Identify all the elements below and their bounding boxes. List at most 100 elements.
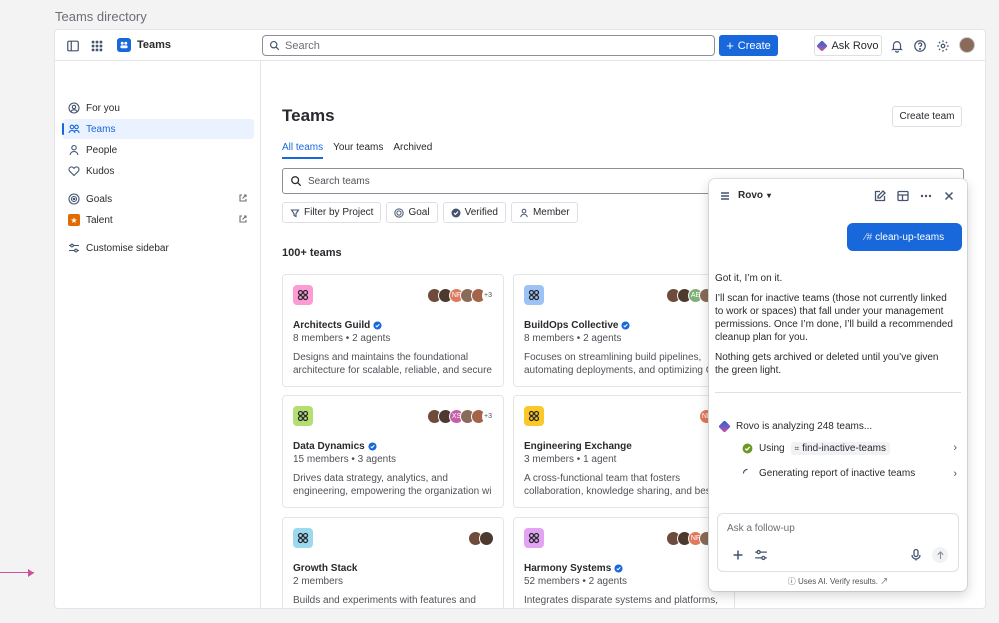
team-description: A cross-functional team that fosters col… <box>524 473 714 497</box>
user-message-text: clean-up-teams <box>875 231 945 243</box>
ask-rovo-label: Ask Rovo <box>831 39 879 52</box>
search-icon <box>269 40 280 51</box>
sidebar-item-kudos[interactable]: Kudos <box>63 161 254 181</box>
team-card[interactable]: NF +3 Architects Guild 8 members • 2 agen… <box>282 274 504 387</box>
pointer-arrow-head <box>28 569 34 577</box>
app-name: Teams <box>137 39 172 51</box>
team-meta: 52 members • 2 agents <box>524 576 627 587</box>
hash-icon: ⌗ <box>794 443 800 453</box>
person-icon <box>520 208 528 217</box>
person-circle-icon <box>68 102 80 114</box>
member-avatars: NF +3 <box>427 288 494 303</box>
close-icon[interactable] <box>942 189 956 203</box>
person-icon <box>69 144 79 156</box>
sidebar-item-goals[interactable]: Goals <box>63 189 254 209</box>
generating-status-row[interactable]: Generating report of inactive teams <box>742 468 915 479</box>
chevron-right-icon[interactable]: › <box>953 442 957 454</box>
rovo-panel-header: Rovo ▾ <box>709 179 967 213</box>
sidebar-item-for-you[interactable]: For you <box>63 98 254 118</box>
create-team-button[interactable]: Create team <box>892 106 962 127</box>
goal-icon <box>394 207 405 218</box>
team-logo-icon <box>524 285 544 305</box>
rovo-title: Rovo <box>738 190 763 201</box>
tab-archived[interactable]: Archived <box>393 142 432 159</box>
menu-icon[interactable] <box>718 189 732 203</box>
global-search-input[interactable]: Search <box>262 35 715 56</box>
sidebar-item-label: Customise sidebar <box>86 242 169 254</box>
external-link-icon <box>239 215 247 223</box>
chevron-down-icon: ▾ <box>767 191 772 200</box>
profile-avatar[interactable] <box>959 37 975 53</box>
team-meta: 15 members • 3 agents <box>293 454 396 465</box>
add-attachment-icon[interactable] <box>731 548 745 562</box>
member-avatars: XS +3 <box>427 409 494 424</box>
chevron-right-icon[interactable]: › <box>953 468 957 480</box>
microphone-icon[interactable] <box>909 548 923 562</box>
global-search-placeholder: Search <box>285 39 320 52</box>
team-card[interactable]: AE BuildOps Collective 8 members • 2 age… <box>513 274 735 387</box>
tab-all-teams[interactable]: All teams <box>282 142 324 159</box>
bot-message-paragraph: Got it, I’m on it. <box>715 273 783 284</box>
search-icon <box>291 176 302 187</box>
tool-pill: ⌗ find-inactive-teams <box>790 442 891 455</box>
sidebar-item-teams[interactable]: Teams <box>62 119 254 139</box>
sidebar: For you Teams People Kudos Goals ★ Talen… <box>55 61 261 608</box>
tool-usage-row[interactable]: Using ⌗ find-inactive-teams <box>742 442 891 455</box>
sidebar-item-label: Goals <box>86 193 113 205</box>
verified-badge-icon <box>614 564 623 573</box>
slash-command-icon: ⁄# <box>864 231 873 243</box>
team-card[interactable]: XS +3 Data Dynamics 15 members • 3 agents… <box>282 395 504 508</box>
team-card[interactable]: Growth Stack 2 members Builds and experi… <box>282 517 504 608</box>
tab-your-teams[interactable]: Your teams <box>333 142 383 159</box>
team-meta: 3 members • 1 agent <box>524 454 617 465</box>
goal-icon <box>68 193 80 205</box>
sidebar-toggle-icon[interactable] <box>65 38 81 54</box>
rovo-icon <box>816 39 829 52</box>
rovo-chat-panel: Rovo ▾ ⁄# clean-up-teams Got it, I’m on … <box>709 179 967 591</box>
heart-icon <box>68 166 80 177</box>
verified-badge-icon <box>621 321 631 330</box>
filter-by-project-button[interactable]: Filter by Project <box>282 202 382 223</box>
new-chat-icon[interactable] <box>873 189 887 203</box>
notifications-bell-icon[interactable] <box>889 38 905 54</box>
sidebar-item-talent[interactable]: ★ Talent <box>63 210 254 230</box>
filter-label: Member <box>532 207 570 218</box>
create-button[interactable]: + Create <box>719 35 778 56</box>
team-name-row: Growth Stack <box>293 563 357 574</box>
top-navigation: Teams Search + Create Ask Rovo <box>55 30 985 61</box>
layout-icon[interactable] <box>896 189 910 203</box>
more-options-icon[interactable] <box>919 189 933 203</box>
teams-count-label: 100+ teams <box>282 247 342 259</box>
check-circle-icon <box>742 443 753 454</box>
settings-gear-icon[interactable] <box>935 38 951 54</box>
member-filter-button[interactable]: Member <box>510 202 578 223</box>
customise-icon[interactable] <box>754 548 768 562</box>
analyzing-status: Rovo is analyzing 248 teams... <box>718 420 872 433</box>
filter-label: Filter by Project <box>304 207 374 218</box>
team-name-row: Architects Guild <box>293 320 382 331</box>
sidebar-item-customise[interactable]: Customise sidebar <box>63 238 254 258</box>
sidebar-item-people[interactable]: People <box>63 140 254 160</box>
goal-filter-button[interactable]: Goal <box>386 202 438 223</box>
sidebar-item-label: Teams <box>86 123 116 135</box>
team-logo-icon <box>293 406 313 426</box>
people-icon <box>68 124 80 134</box>
app-switcher-icon[interactable] <box>89 38 105 54</box>
ask-rovo-button[interactable]: Ask Rovo <box>814 35 882 56</box>
verified-filter-button[interactable]: Verified <box>442 202 506 223</box>
send-arrow-icon[interactable] <box>932 547 948 563</box>
follow-up-composer[interactable]: Ask a follow-up <box>717 513 959 572</box>
team-name: Engineering Exchange <box>524 441 632 452</box>
help-icon[interactable] <box>912 38 928 54</box>
app-brand[interactable]: Teams <box>117 38 171 52</box>
team-card[interactable]: NF Engineering Exchange 3 members • 1 ag… <box>513 395 735 508</box>
filter-label: Verified <box>464 207 498 218</box>
rovo-agent-selector[interactable]: Rovo ▾ <box>738 190 771 201</box>
user-message-bubble: ⁄# clean-up-teams <box>847 223 962 251</box>
ai-disclaimer[interactable]: ⓘ Uses AI. Verify results. ↗ <box>709 576 967 587</box>
follow-up-placeholder: Ask a follow-up <box>727 523 795 534</box>
bot-message-paragraph: Nothing gets archived or deleted until y… <box>715 352 939 376</box>
team-name-row: Data Dynamics <box>293 441 377 452</box>
team-search-placeholder: Search teams <box>308 175 370 187</box>
team-card[interactable]: NF Harmony Systems 52 members • 2 agents… <box>513 517 735 608</box>
